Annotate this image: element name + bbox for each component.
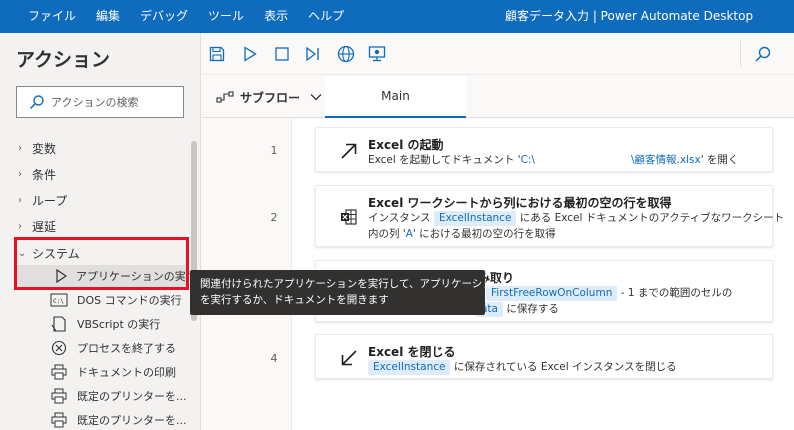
- action-search-input[interactable]: [51, 95, 171, 109]
- action-get-default-printer[interactable]: 既定のプリンターを...: [50, 409, 187, 430]
- action-search-box[interactable]: [16, 86, 184, 118]
- arrow-up-right-icon: [338, 140, 360, 162]
- action-run-dos-command[interactable]: C:\ DOS コマンドの実行: [50, 289, 182, 311]
- web-recorder-button[interactable]: [336, 44, 356, 64]
- console-icon: C:\: [50, 292, 68, 308]
- globe-icon: [337, 45, 355, 63]
- step-description: 内の列 'A' における最初の空の行を取得: [368, 228, 556, 240]
- subflows-dropdown[interactable]: サブフロー: [216, 76, 322, 118]
- search-icon: [755, 46, 771, 62]
- step-forward-icon: [306, 46, 319, 62]
- printer-icon: [50, 412, 68, 428]
- save-icon: [209, 46, 225, 62]
- menu-edit[interactable]: 編集: [96, 0, 120, 33]
- menu-help[interactable]: ヘルプ: [308, 0, 344, 33]
- action-set-default-printer[interactable]: 既定のプリンターを...: [50, 385, 187, 407]
- chevron-right-icon: ›: [18, 220, 22, 232]
- line-number: 1: [270, 144, 278, 157]
- printer-icon: [50, 388, 68, 404]
- monitor-icon: [368, 46, 386, 62]
- desktop-recorder-button[interactable]: [367, 44, 387, 64]
- category-loops[interactable]: › ループ: [18, 189, 67, 211]
- step-title: Excel を閉じる: [368, 345, 456, 359]
- category-wait[interactable]: › 遅延: [18, 215, 56, 237]
- step-title: Excel ワークシートから列における最初の空の行を取得: [368, 196, 672, 210]
- chevron-right-icon: ›: [18, 194, 22, 206]
- flow-step-launch-excel[interactable]: Excel の起動 Excel を起動してドキュメント 'C:\ \顧客情報.xl…: [315, 127, 773, 172]
- line-number: 4: [270, 352, 278, 365]
- tab-main[interactable]: Main: [325, 76, 466, 118]
- action-run-vbscript[interactable]: VBScript の実行: [50, 313, 160, 335]
- category-conditions[interactable]: › 条件: [18, 163, 56, 185]
- run-button[interactable]: [240, 44, 260, 64]
- highlight-box: [14, 237, 189, 290]
- stop-button[interactable]: [272, 44, 292, 64]
- variable-token: FirstFreeRowOnColumn: [486, 286, 618, 301]
- actions-pane: アクション ›変数 ›条件 ›ループ ›遅延 ⌄システム アプリケーションの実行…: [0, 33, 201, 430]
- menu-view[interactable]: 表示: [264, 0, 288, 33]
- action-print-document[interactable]: ドキュメントの印刷: [50, 361, 176, 383]
- menu-file[interactable]: ファイル: [28, 0, 76, 33]
- step-description: インスタンス ExcelInstance にある Excel ドキュメントのアク…: [368, 211, 785, 226]
- search-button[interactable]: [753, 44, 773, 64]
- flow-step-close-excel[interactable]: Excel を閉じる ExcelInstance に保存されている Excel …: [315, 334, 773, 379]
- play-icon: [244, 46, 257, 62]
- step-description: FirstFreeRowOnColumn - 1 までの範囲のセルの: [486, 285, 732, 302]
- arrow-down-left-icon: [338, 347, 360, 369]
- step-description: Excel を起動してドキュメント 'C:\ \顧客情報.xlsx' を開く: [368, 154, 739, 166]
- step-title: Excel の起動: [368, 138, 444, 152]
- menu-debug[interactable]: デバッグ: [140, 0, 188, 33]
- excel-icon: [338, 206, 360, 228]
- subflow-icon: [216, 91, 234, 103]
- svg-text:C:\: C:\: [53, 298, 64, 305]
- subflows-label: サブフロー: [240, 90, 301, 105]
- variable-token: ExcelInstance: [368, 360, 451, 375]
- close-circle-icon: [50, 340, 68, 356]
- window-title: 顧客データ入力 | Power Automate Desktop: [505, 9, 754, 23]
- action-terminate-process[interactable]: プロセスを終了する: [50, 337, 176, 359]
- step-description: ata に保存する: [476, 301, 559, 318]
- chevron-down-icon: [310, 94, 322, 101]
- variable-token: ExcelInstance: [433, 211, 517, 226]
- toolbar-separator: [740, 41, 741, 67]
- tab-bar: サブフロー Main: [202, 76, 794, 118]
- step-description: ExcelInstance に保存されている Excel インスタンスを閉じる: [368, 359, 677, 376]
- category-variables[interactable]: › 変数: [18, 137, 56, 159]
- chevron-right-icon: ›: [18, 168, 22, 180]
- save-button[interactable]: [207, 44, 227, 64]
- chevron-right-icon: ›: [18, 142, 22, 154]
- menu-bar: ファイル 編集 デバッグ ツール 表示 ヘルプ: [0, 0, 364, 33]
- search-icon: [29, 95, 44, 110]
- menu-tools[interactable]: ツール: [208, 0, 244, 33]
- title-bar: ファイル 編集 デバッグ ツール 表示 ヘルプ 顧客データ入力 | Power …: [0, 0, 794, 33]
- line-number: 2: [270, 211, 278, 224]
- run-next-action-button[interactable]: [303, 44, 323, 64]
- toolbar: [202, 33, 794, 75]
- flow-step-get-first-free-row[interactable]: Excel ワークシートから列における最初の空の行を取得 インスタンス Exce…: [315, 185, 784, 247]
- action-tooltip: 関連付けられたアプリケーションを実行して、アプリケーション を実行するか、ドキュ…: [190, 270, 503, 315]
- printer-icon: [50, 364, 68, 380]
- actions-pane-title: アクション: [16, 49, 111, 71]
- stop-icon: [275, 47, 289, 61]
- script-icon: [50, 316, 68, 332]
